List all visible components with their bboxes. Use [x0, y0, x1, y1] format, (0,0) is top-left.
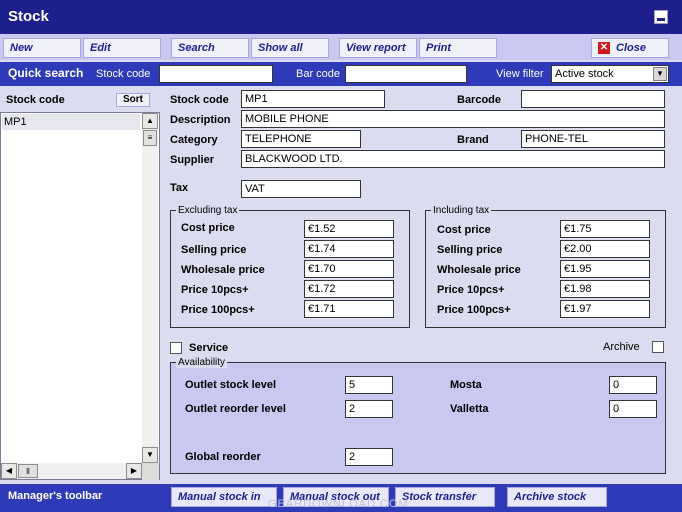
excl-p10-label: Price 10pcs+ — [181, 284, 249, 296]
availability-title: Availability — [176, 357, 228, 368]
close-label: Close — [616, 42, 646, 54]
service-checkbox[interactable] — [170, 342, 182, 354]
chevron-down-icon[interactable]: ▼ — [653, 67, 667, 81]
description-field[interactable]: MOBILE PHONE — [241, 110, 665, 128]
stock-code-search-input[interactable] — [159, 65, 273, 83]
h-scroll-thumb[interactable]: ⦀ — [18, 464, 38, 478]
incl-selling-field[interactable]: €2.00 — [560, 240, 650, 258]
including-tax-title: Including tax — [431, 205, 492, 216]
print-button[interactable]: Print — [419, 38, 497, 58]
excl-wholesale-field[interactable]: €1.70 — [304, 260, 394, 278]
stock-code-search-label: Stock code — [96, 68, 151, 80]
description-label: Description — [170, 114, 231, 126]
scroll-down-icon[interactable]: ▼ — [142, 447, 158, 463]
close-button[interactable]: ✕ Close — [591, 38, 669, 58]
barcode-field[interactable] — [521, 90, 665, 108]
list-header-label: Stock code — [6, 94, 65, 106]
category-label: Category — [170, 134, 218, 146]
excluding-tax-title: Excluding tax — [176, 205, 240, 216]
archive-checkbox[interactable] — [652, 341, 664, 353]
tax-label: Tax — [170, 182, 189, 194]
excl-p10-field[interactable]: €1.72 — [304, 280, 394, 298]
global-reorder-label: Global reorder — [185, 451, 261, 463]
minimize-button[interactable] — [654, 10, 668, 24]
view-filter-value: Active stock — [555, 68, 614, 80]
supplier-label: Supplier — [170, 154, 215, 166]
excl-p100-label: Price 100pcs+ — [181, 304, 255, 316]
incl-wholesale-label: Wholesale price — [437, 264, 521, 276]
bar-code-search-label: Bar code — [296, 68, 341, 80]
quick-search-label: Quick search — [8, 66, 84, 80]
view-filter-label: View filter — [496, 68, 544, 80]
excl-selling-label: Selling price — [181, 244, 247, 256]
stock-code-label: Stock code — [170, 94, 229, 106]
stock-transfer-button[interactable]: Stock transfer — [395, 487, 495, 507]
bar-code-search-input[interactable] — [345, 65, 467, 83]
service-label: Service — [189, 342, 229, 354]
archive-stock-button[interactable]: Archive stock — [507, 487, 607, 507]
scroll-right-icon[interactable]: ▶ — [126, 463, 142, 479]
outlet-reorder-label: Outlet reorder level — [185, 403, 286, 415]
valletta-label: Valletta — [450, 403, 489, 415]
scroll-corner — [142, 463, 159, 480]
view-filter-select[interactable]: Active stock ▼ — [551, 65, 669, 83]
list-item[interactable]: MP1 — [2, 114, 140, 130]
incl-cost-label: Cost price — [437, 224, 491, 236]
excl-p100-field[interactable]: €1.71 — [304, 300, 394, 318]
outlet-stock-label: Outlet stock level — [185, 379, 277, 391]
supplier-field[interactable]: BLACKWOOD LTD. — [241, 150, 665, 168]
vertical-scrollbar[interactable]: ▲ ≡ ▼ — [142, 113, 158, 463]
archive-label: Archive — [603, 341, 640, 353]
watermark: GEARDOWNLOAD.COM — [268, 498, 409, 510]
stock-code-field[interactable]: MP1 — [241, 90, 385, 108]
stock-list — [0, 112, 160, 480]
view-report-button[interactable]: View report — [339, 38, 417, 58]
close-icon: ✕ — [598, 42, 610, 54]
horizontal-scrollbar[interactable]: ◀ ⦀ ▶ — [1, 463, 142, 479]
valletta-field[interactable]: 0 — [609, 400, 657, 418]
show-all-button[interactable]: Show all — [251, 38, 329, 58]
incl-p100-label: Price 100pcs+ — [437, 304, 511, 316]
outlet-stock-field[interactable]: 5 — [345, 376, 393, 394]
excl-cost-field[interactable]: €1.52 — [304, 220, 394, 238]
incl-p10-field[interactable]: €1.98 — [560, 280, 650, 298]
manager-toolbar-label: Manager's toolbar — [8, 490, 103, 502]
brand-field[interactable]: PHONE-TEL — [521, 130, 665, 148]
tax-field[interactable]: VAT — [241, 180, 361, 198]
global-reorder-field[interactable]: 2 — [345, 448, 393, 466]
incl-p100-field[interactable]: €1.97 — [560, 300, 650, 318]
incl-selling-label: Selling price — [437, 244, 503, 256]
search-button[interactable]: Search — [171, 38, 249, 58]
incl-p10-label: Price 10pcs+ — [437, 284, 505, 296]
category-field[interactable]: TELEPHONE — [241, 130, 361, 148]
outlet-reorder-field[interactable]: 2 — [345, 400, 393, 418]
brand-label: Brand — [457, 134, 489, 146]
scroll-up-icon[interactable]: ▲ — [142, 113, 158, 129]
new-button[interactable]: New — [3, 38, 81, 58]
window-title: Stock — [8, 8, 49, 25]
scroll-thumb[interactable]: ≡ — [143, 130, 157, 146]
scroll-left-icon[interactable]: ◀ — [1, 463, 17, 479]
manual-stock-in-button[interactable]: Manual stock in — [171, 487, 277, 507]
barcode-label: Barcode — [457, 94, 502, 106]
excl-wholesale-label: Wholesale price — [181, 264, 265, 276]
title-bar — [0, 0, 682, 34]
edit-button[interactable]: Edit — [83, 38, 161, 58]
excl-selling-field[interactable]: €1.74 — [304, 240, 394, 258]
incl-cost-field[interactable]: €1.75 — [560, 220, 650, 238]
mosta-label: Mosta — [450, 379, 482, 391]
excl-cost-label: Cost price — [181, 222, 235, 234]
incl-wholesale-field[interactable]: €1.95 — [560, 260, 650, 278]
mosta-field[interactable]: 0 — [609, 376, 657, 394]
sort-button[interactable]: Sort — [116, 93, 150, 107]
